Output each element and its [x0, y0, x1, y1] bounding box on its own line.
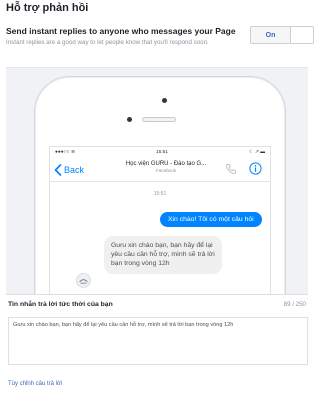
info-icon[interactable]: [249, 162, 262, 175]
phone-screen: ●●●○○ ≋ 15:51 ☾ ↗ ▬ Back Học viện GURU -…: [49, 146, 271, 294]
message-timestamp: 15:51: [153, 191, 167, 197]
outgoing-message-bubble: Xin chào! Tôi có một câu hỏi: [160, 212, 262, 227]
toggle-on-button[interactable]: On: [251, 27, 291, 43]
phone-camera: [162, 98, 167, 103]
status-time: 15:51: [156, 150, 169, 155]
status-icons: ☾ ↗ ▬: [249, 150, 265, 155]
reply-label: Tin nhắn trả lời tức thời của bạn: [8, 301, 113, 308]
setting-heading: Send instant replies to anyone who messa…: [6, 26, 236, 36]
character-count: 89 / 250: [283, 301, 306, 308]
back-label: Back: [64, 164, 85, 175]
phone-speaker: [142, 117, 176, 122]
message-preview-panel: ●●●○○ ≋ 15:51 ☾ ↗ ▬ Back Học viện GURU -…: [6, 67, 308, 294]
status-carrier: ●●●○○ ≋: [55, 150, 75, 155]
instant-reply-setting: Send instant replies to anyone who messa…: [6, 26, 314, 47]
phone-sensor: [127, 117, 132, 122]
status-bar: ●●●○○ ≋ 15:51 ☾ ↗ ▬: [50, 147, 270, 158]
page-avatar-icon: [76, 273, 91, 288]
instant-reply-editor: Tin nhắn trả lời tức thời của bạn 89 / 2…: [6, 294, 308, 377]
chat-subtitle: Facebook: [155, 168, 177, 173]
instant-reply-textarea[interactable]: Guru xin chào bạn, bạn hãy để lại yêu cầ…: [8, 317, 308, 365]
customize-reply-link[interactable]: Tùy chỉnh câu trả lời: [8, 381, 62, 387]
instant-reply-toggle[interactable]: On: [250, 26, 314, 44]
page-title: Hỗ trợ phản hồi: [6, 2, 89, 14]
chevron-left-icon: [54, 163, 62, 176]
back-button[interactable]: Back: [54, 163, 85, 176]
toggle-off-button[interactable]: [291, 27, 313, 43]
incoming-message-bubble: Guru xin chào bạn, bạn hãy để lại yêu cầ…: [104, 236, 222, 275]
chat-nav-bar: Back Học viện GURU - Đào tạo G... Facebo…: [50, 158, 270, 182]
setting-description: Instant replies are a good way to let pe…: [6, 39, 209, 46]
phone-icon[interactable]: [225, 163, 237, 175]
reply-header: Tin nhắn trả lời tức thời của bạn 89 / 2…: [8, 301, 306, 308]
phone-mockup: ●●●○○ ≋ 15:51 ☾ ↗ ▬ Back Học viện GURU -…: [34, 76, 286, 294]
chat-title-block: Học viện GURU - Đào tạo G... Facebook: [116, 161, 216, 173]
chat-title: Học viện GURU - Đào tạo G...: [125, 161, 207, 167]
